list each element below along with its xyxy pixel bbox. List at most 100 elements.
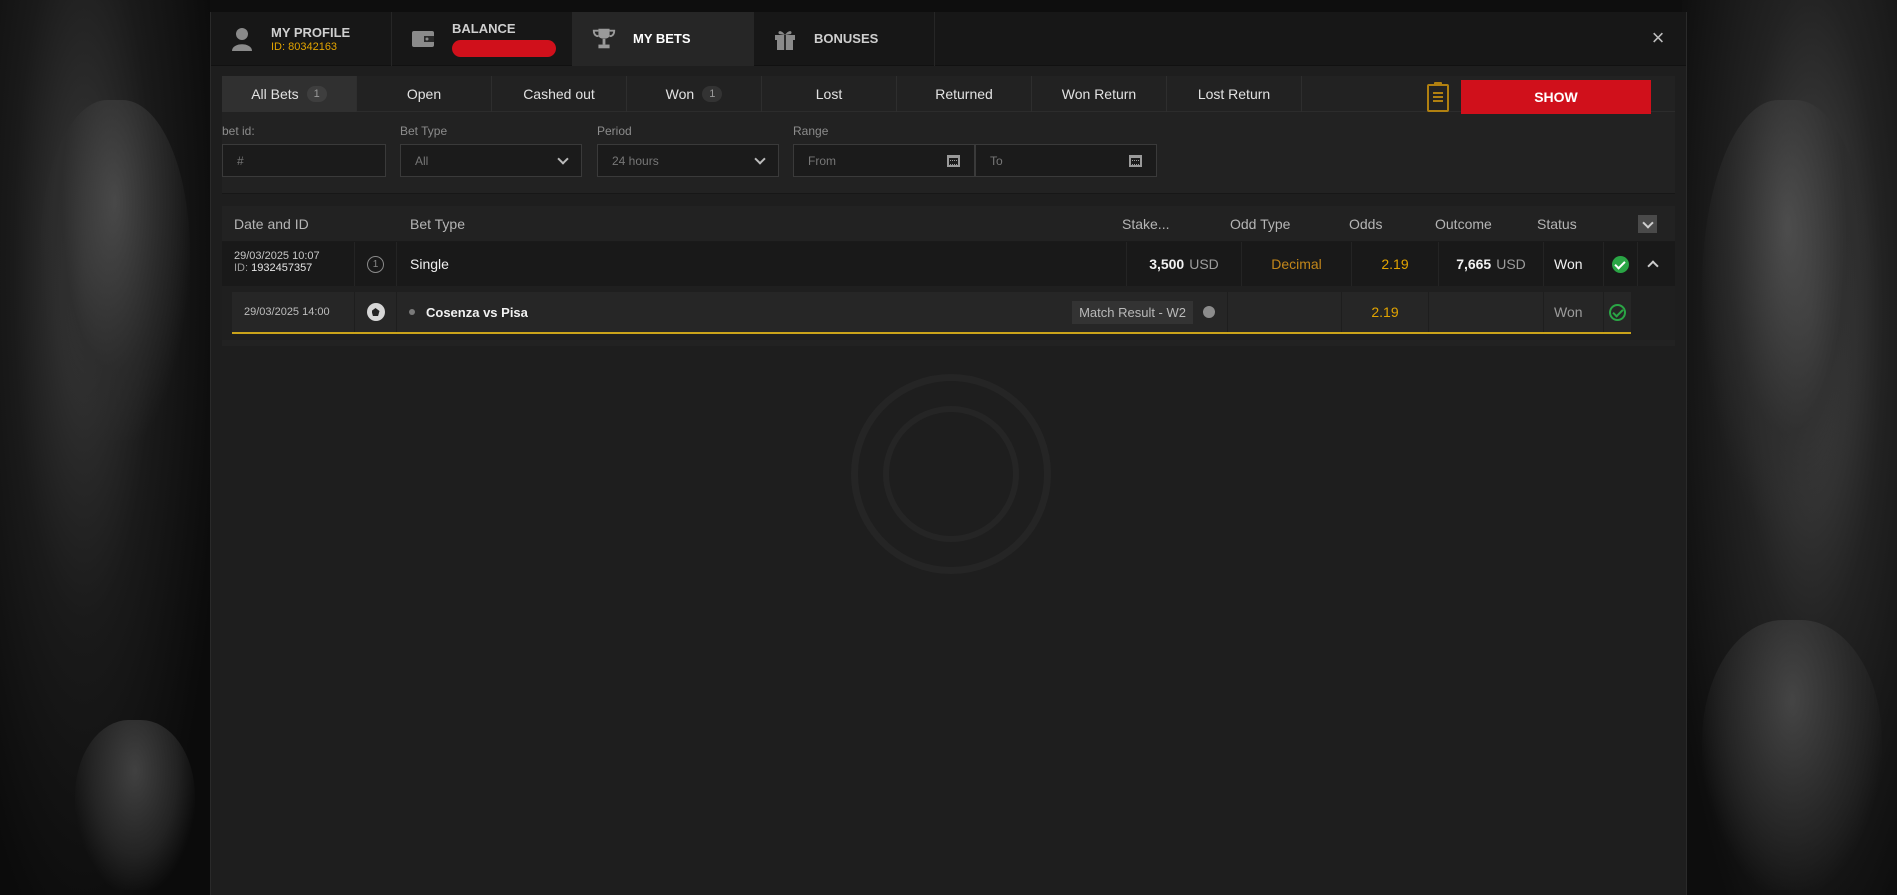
selection-outcome-cell [1429, 292, 1544, 332]
range-from-input[interactable]: From [793, 144, 975, 177]
watermark-logo [851, 374, 1051, 574]
bet-id-filter: bet id: # [222, 124, 386, 177]
selections-count-icon: 1 [367, 255, 384, 273]
selection-status-icon-cell [1604, 292, 1631, 332]
tab-cashed-out[interactable]: Cashed out [492, 76, 627, 112]
selection-odd-type-cell [1227, 292, 1342, 332]
tab-bonuses[interactable]: BONUSES [754, 12, 935, 66]
outcome-currency: USD [1496, 256, 1526, 272]
user-icon [229, 26, 255, 52]
odd-type: Decimal [1271, 256, 1322, 272]
range-from-placeholder: From [808, 153, 836, 168]
period-value: 24 hours [612, 153, 659, 168]
bet-type: Single [410, 256, 449, 272]
tab-my-bets[interactable]: MY BETS [573, 12, 754, 66]
my-bets-modal: MY PROFILE ID: 80342163 BALANCE MY BETS … [210, 12, 1687, 895]
range-label: Range [793, 124, 829, 138]
col-stake[interactable]: Stake... [1122, 216, 1169, 232]
tab-balance-label: BALANCE [452, 21, 516, 36]
tab-won-count: 1 [702, 86, 723, 102]
outcome-amount: 7,665 [1456, 256, 1492, 272]
col-date-id: Date and ID [234, 216, 309, 232]
tab-returned[interactable]: Returned [897, 76, 1032, 112]
outcome-cell: 7,665 USD [1439, 242, 1544, 286]
football-icon [366, 303, 385, 321]
tab-bonuses-label: BONUSES [814, 31, 879, 46]
gift-icon [772, 26, 798, 52]
selection-row: 29/03/2025 14:00 Cosenza vs Pisa Match R… [232, 292, 1631, 334]
col-status: Status [1537, 216, 1577, 232]
info-icon[interactable] [1203, 306, 1215, 318]
close-icon[interactable]: × [1646, 26, 1670, 50]
background-player-figure [1702, 100, 1872, 520]
selection-status: Won [1554, 304, 1583, 320]
won-check-outline-icon [1609, 303, 1626, 321]
event-name: Cosenza vs Pisa [426, 304, 528, 320]
bet-id-placeholder: # [237, 153, 244, 168]
tab-my-bets-label: MY BETS [633, 31, 691, 46]
bet-date: 29/03/2025 10:07 [234, 250, 320, 262]
col-outcome: Outcome [1435, 216, 1492, 232]
background-mask-figure [75, 720, 195, 890]
sport-cell [355, 292, 397, 332]
tab-all-bets[interactable]: All Bets 1 [222, 76, 357, 112]
calendar-icon[interactable] [947, 154, 960, 167]
period-label: Period [597, 124, 632, 138]
tab-cashed-out-label: Cashed out [523, 86, 595, 102]
bet-date-id: 29/03/2025 10:07 ID: 1932457357 [222, 242, 355, 286]
tab-all-bets-label: All Bets [251, 86, 299, 102]
col-bet-type: Bet Type [410, 216, 466, 232]
table-header: Date and ID Bet Type Stake... Odd Type O… [222, 206, 1675, 242]
clipboard-icon[interactable] [1427, 82, 1449, 112]
bet-id-label: bet id: [222, 124, 255, 138]
selection-status-cell: Won [1544, 292, 1604, 332]
bet-id-input[interactable]: # [222, 144, 386, 177]
stake-amount: 3,500 [1149, 256, 1185, 272]
period-filter: Period 24 hours [597, 124, 779, 177]
period-select[interactable]: 24 hours [597, 144, 779, 177]
bet-type-cell: Single [397, 242, 1127, 286]
status-cell: Won [1544, 242, 1604, 286]
show-button[interactable]: SHOW [1461, 80, 1651, 114]
tab-won[interactable]: Won 1 [627, 76, 762, 112]
account-header: MY PROFILE ID: 80342163 BALANCE MY BETS … [211, 12, 1686, 66]
bet-type-filter: Bet Type All [400, 124, 582, 177]
chevron-up-icon [1647, 260, 1659, 272]
tab-won-return-label: Won Return [1061, 86, 1137, 102]
tab-lost[interactable]: Lost [762, 76, 897, 112]
tab-won-return[interactable]: Won Return [1032, 76, 1167, 112]
tab-lost-return[interactable]: Lost Return [1167, 76, 1302, 112]
tab-balance[interactable]: BALANCE [392, 12, 573, 66]
chevron-down-icon [557, 152, 569, 165]
bets-filter-panel: All Bets 1 Open Cashed out Won 1 Lost Re… [222, 76, 1675, 194]
calendar-icon[interactable] [1129, 154, 1142, 167]
status-text: Won [1554, 256, 1583, 272]
col-odds: Odds [1349, 216, 1383, 232]
collapse-toggle[interactable] [1638, 242, 1668, 286]
tab-lost-label: Lost [815, 86, 843, 102]
selection-odds: 2.19 [1371, 304, 1399, 320]
tab-open[interactable]: Open [357, 76, 492, 112]
tab-all-bets-count: 1 [306, 86, 327, 102]
bet-status-tabs: All Bets 1 Open Cashed out Won 1 Lost Re… [222, 76, 1675, 112]
balance-redacted [452, 40, 556, 57]
odd-type-cell: Decimal [1242, 242, 1352, 286]
range-to-input[interactable]: To [975, 144, 1157, 177]
background-left-art [0, 0, 210, 895]
selection-odds-cell: 2.19 [1342, 292, 1429, 332]
tab-returned-label: Returned [935, 86, 993, 102]
expand-all-button[interactable] [1638, 215, 1657, 233]
bets-table: Date and ID Bet Type Stake... Odd Type O… [222, 206, 1675, 346]
profile-id: ID: 80342163 [271, 40, 338, 53]
table-row[interactable]: 29/03/2025 10:07 ID: 1932457357 1 Single… [222, 242, 1675, 286]
col-odd-type: Odd Type [1230, 216, 1291, 232]
bet-type-select[interactable]: All [400, 144, 582, 177]
tab-lost-return-label: Lost Return [1197, 86, 1271, 102]
selection-date: 29/03/2025 14:00 [244, 306, 330, 318]
market-cell: Match Result - W2 [1034, 292, 1227, 332]
selection-date-cell: 29/03/2025 14:00 [232, 292, 355, 332]
range-filter: Range From To [793, 124, 1157, 177]
bet-filters: bet id: # Bet Type All Period 24 hours R… [222, 112, 1675, 194]
tab-my-profile[interactable]: MY PROFILE ID: 80342163 [211, 12, 392, 66]
selection-container: 29/03/2025 14:00 Cosenza vs Pisa Match R… [222, 286, 1675, 340]
